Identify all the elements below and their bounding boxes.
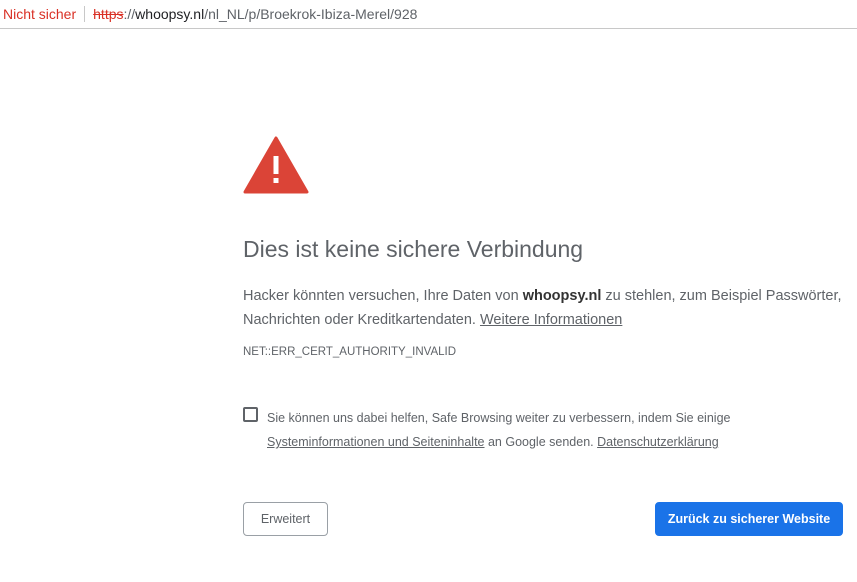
explanation-text: Hacker könnten versuchen, Ihre Daten von… [243, 284, 843, 332]
safe-browsing-optin: Sie können uns dabei helfen, Safe Browsi… [243, 406, 843, 454]
url-path: /nl_NL/p/Broekrok-Ibiza-Merel/928 [204, 6, 418, 22]
url-host: whoopsy.nl [135, 6, 205, 22]
safe-browsing-text-before: Sie können uns dabei helfen, Safe Browsi… [267, 411, 731, 425]
learn-more-link[interactable]: Weitere Informationen [480, 312, 622, 328]
url-text[interactable]: https://whoopsy.nl/nl_NL/p/Broekrok-Ibiz… [93, 6, 417, 22]
url-separator: :// [123, 6, 136, 22]
page-title: Dies ist keine sichere Verbindung [243, 236, 584, 262]
not-secure-label[interactable]: Nicht sicher [0, 6, 76, 22]
warning-triangle-icon [243, 136, 309, 194]
safe-browsing-checkbox[interactable] [243, 407, 258, 422]
error-code: NET::ERR_CERT_AUTHORITY_INVALID [243, 346, 457, 358]
address-bar[interactable]: Nicht sicher https://whoopsy.nl/nl_NL/p/… [0, 0, 857, 29]
privacy-policy-link[interactable]: Datenschutzerklärung [597, 435, 719, 449]
url-scheme: https [93, 6, 124, 22]
system-info-link[interactable]: Systeminformationen und Seiteninhalte [267, 435, 485, 449]
explanation-host: whoopsy.nl [522, 288, 602, 304]
advanced-button[interactable]: Erweitert [243, 502, 328, 536]
safe-browsing-text: Sie können uns dabei helfen, Safe Browsi… [243, 406, 843, 454]
back-to-safety-button[interactable]: Zurück zu sicherer Website [655, 502, 843, 536]
safe-browsing-text-after: an Google senden. [484, 435, 598, 449]
address-bar-divider [84, 6, 86, 22]
explanation-before: Hacker könnten versuchen, Ihre Daten von [243, 288, 523, 304]
